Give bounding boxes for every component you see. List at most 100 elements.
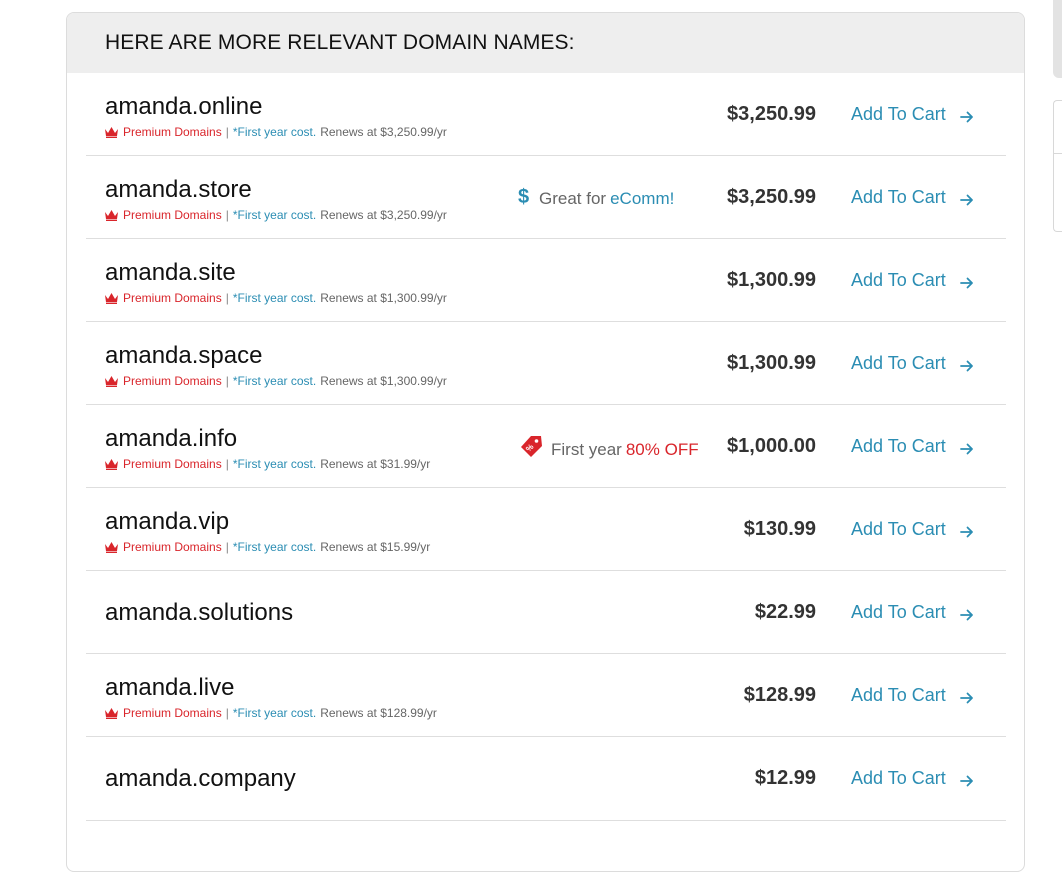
domain-price: $3,250.99 bbox=[727, 186, 816, 208]
panel-header: HERE ARE MORE RELEVANT DOMAIN NAMES: bbox=[67, 13, 1024, 73]
side-scroll-tab[interactable] bbox=[1053, 0, 1062, 78]
domain-price: $1,300.99 bbox=[727, 269, 816, 291]
domain-price: $12.99 bbox=[754, 767, 816, 789]
add-to-cart-button[interactable]: Add To Cart bbox=[851, 187, 974, 208]
add-to-cart-button[interactable]: Add To Cart bbox=[851, 436, 974, 457]
add-to-cart-label: Add To Cart bbox=[851, 104, 946, 124]
crown-icon bbox=[105, 541, 118, 553]
add-to-cart-label: Add To Cart bbox=[851, 602, 946, 622]
premium-label[interactable]: Premium Domains bbox=[123, 125, 222, 139]
domain-price: $128.99 bbox=[743, 684, 816, 706]
arrow-right-icon bbox=[959, 523, 974, 537]
crown-icon bbox=[105, 292, 118, 304]
first-year-note: *First year cost. bbox=[232, 291, 317, 305]
add-to-cart-button[interactable]: Add To Cart bbox=[851, 519, 974, 540]
add-to-cart-button[interactable]: Add To Cart bbox=[851, 104, 974, 125]
domain-meta: Premium Domains | *First year cost. Rene… bbox=[105, 374, 447, 388]
add-to-cart-label: Add To Cart bbox=[851, 353, 946, 373]
first-year-note: *First year cost. bbox=[232, 125, 317, 139]
arrow-right-icon bbox=[959, 191, 974, 205]
domain-name: amanda.live bbox=[105, 674, 235, 701]
add-to-cart-button[interactable]: Add To Cart bbox=[851, 353, 974, 374]
first-year-note: *First year cost. bbox=[232, 208, 317, 222]
domain-price: $3,250.99 bbox=[727, 103, 816, 125]
meta-separator: | bbox=[225, 208, 229, 222]
domain-row: amanda.store Premium Domains | *First ye… bbox=[86, 156, 1006, 239]
arrow-right-icon bbox=[959, 274, 974, 288]
domain-name: amanda.space bbox=[105, 342, 263, 369]
domain-name: amanda.site bbox=[105, 259, 236, 286]
crown-icon bbox=[105, 458, 118, 470]
arrow-right-icon bbox=[959, 772, 974, 786]
arrow-right-icon bbox=[959, 689, 974, 703]
dollar-icon: $ bbox=[517, 186, 531, 211]
domain-row: amanda.online Premium Domains | *First y… bbox=[86, 73, 1006, 156]
arrow-right-icon bbox=[959, 606, 974, 620]
premium-label[interactable]: Premium Domains bbox=[123, 208, 222, 222]
promo-text: Great for bbox=[539, 188, 607, 208]
domain-row: amanda.site Premium Domains | *First yea… bbox=[86, 239, 1006, 322]
promo-accent: eComm! bbox=[610, 188, 675, 208]
premium-label[interactable]: Premium Domains bbox=[123, 540, 222, 554]
promo-text: First year bbox=[551, 439, 622, 459]
add-to-cart-button[interactable]: Add To Cart bbox=[851, 270, 974, 291]
svg-text:$: $ bbox=[518, 186, 529, 206]
domain-row: amanda.info Premium Domains | *First yea… bbox=[86, 405, 1006, 488]
add-to-cart-label: Add To Cart bbox=[851, 768, 946, 788]
first-year-note: *First year cost. bbox=[232, 374, 317, 388]
promo-badge: % First year 80% OFF bbox=[519, 435, 699, 464]
add-to-cart-label: Add To Cart bbox=[851, 436, 946, 456]
domain-price: $1,300.99 bbox=[727, 352, 816, 374]
premium-label[interactable]: Premium Domains bbox=[123, 374, 222, 388]
domain-name: amanda.online bbox=[105, 93, 263, 120]
add-to-cart-label: Add To Cart bbox=[851, 187, 946, 207]
premium-label[interactable]: Premium Domains bbox=[123, 291, 222, 305]
meta-separator: | bbox=[225, 125, 229, 139]
sale-tag-icon: % bbox=[519, 435, 543, 464]
renewal-price: Renews at $15.99/yr bbox=[320, 540, 431, 554]
meta-separator: | bbox=[225, 540, 229, 554]
crown-icon bbox=[105, 375, 118, 387]
domain-price: $130.99 bbox=[743, 518, 816, 540]
renewal-price: Renews at $1,300.99/yr bbox=[320, 374, 447, 388]
promo-badge: $ Great for eComm! bbox=[517, 186, 674, 211]
add-to-cart-label: Add To Cart bbox=[851, 685, 946, 705]
panel-title: HERE ARE MORE RELEVANT DOMAIN NAMES: bbox=[105, 31, 575, 54]
first-year-note: *First year cost. bbox=[232, 457, 317, 471]
add-to-cart-label: Add To Cart bbox=[851, 270, 946, 290]
domain-meta: Premium Domains | *First year cost. Rene… bbox=[105, 540, 430, 554]
premium-label[interactable]: Premium Domains bbox=[123, 706, 222, 720]
add-to-cart-button[interactable]: Add To Cart bbox=[851, 768, 974, 789]
domain-name: amanda.solutions bbox=[105, 599, 294, 626]
premium-label[interactable]: Premium Domains bbox=[123, 457, 222, 471]
crown-icon bbox=[105, 126, 118, 138]
domain-row: amanda.solutions $22.99 Add To Cart bbox=[86, 571, 1006, 654]
add-to-cart-button[interactable]: Add To Cart bbox=[851, 685, 974, 706]
crown-icon bbox=[105, 209, 118, 221]
crown-icon bbox=[105, 707, 118, 719]
renewal-price: Renews at $128.99/yr bbox=[320, 706, 437, 720]
domain-name: amanda.company bbox=[105, 765, 296, 792]
domain-row: amanda.live Premium Domains | *First yea… bbox=[86, 654, 1006, 737]
domain-meta: Premium Domains | *First year cost. Rene… bbox=[105, 208, 447, 222]
arrow-right-icon bbox=[959, 440, 974, 454]
domain-price: $1,000.00 bbox=[727, 435, 816, 457]
renewal-price: Renews at $31.99/yr bbox=[320, 457, 431, 471]
domain-meta: Premium Domains | *First year cost. Rene… bbox=[105, 706, 437, 720]
side-panel-edge bbox=[1053, 100, 1062, 232]
first-year-note: *First year cost. bbox=[232, 706, 317, 720]
domain-meta: Premium Domains | *First year cost. Rene… bbox=[105, 291, 447, 305]
meta-separator: | bbox=[225, 457, 229, 471]
related-domains-panel: HERE ARE MORE RELEVANT DOMAIN NAMES: ama… bbox=[66, 12, 1025, 872]
meta-separator: | bbox=[225, 706, 229, 720]
domain-row: amanda.space Premium Domains | *First ye… bbox=[86, 322, 1006, 405]
domain-row: amanda.vip Premium Domains | *First year… bbox=[86, 488, 1006, 571]
domain-price: $22.99 bbox=[754, 601, 816, 623]
domain-meta: Premium Domains | *First year cost. Rene… bbox=[105, 457, 430, 471]
domain-name: amanda.vip bbox=[105, 508, 230, 535]
add-to-cart-label: Add To Cart bbox=[851, 519, 946, 539]
renewal-price: Renews at $3,250.99/yr bbox=[320, 125, 447, 139]
promo-accent: 80% OFF bbox=[625, 439, 699, 459]
add-to-cart-button[interactable]: Add To Cart bbox=[851, 602, 974, 623]
renewal-price: Renews at $1,300.99/yr bbox=[320, 291, 447, 305]
